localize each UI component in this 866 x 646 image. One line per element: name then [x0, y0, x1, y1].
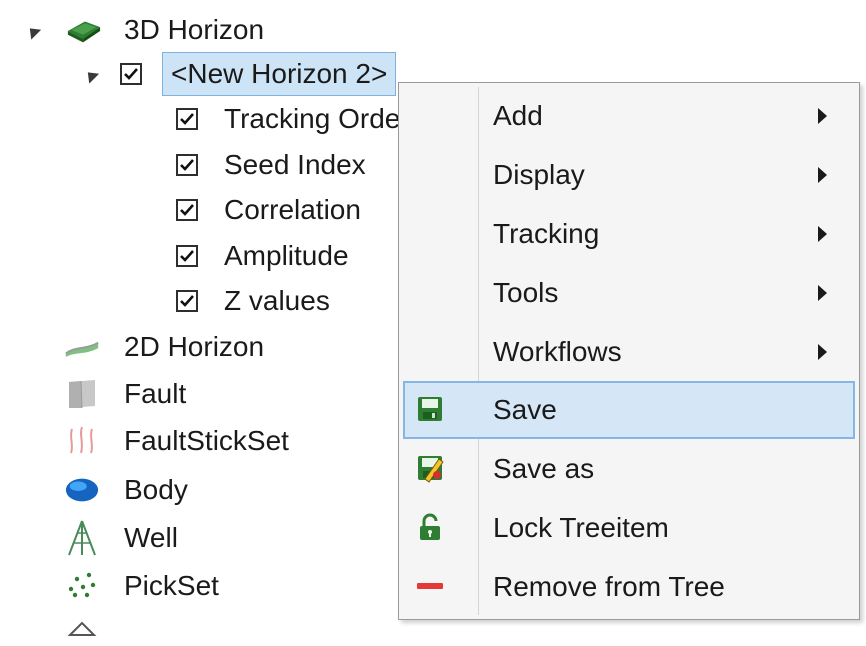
tree-item-label: Fault	[124, 378, 187, 409]
menu-item-label: Tracking	[493, 218, 600, 249]
tree-item-label: Well	[124, 522, 178, 553]
checkmark-icon	[124, 68, 138, 80]
tree-item-label: Body	[124, 474, 188, 505]
checkmark-icon	[180, 113, 194, 125]
tree-item-label: 3D Horizon	[124, 14, 265, 45]
menu-item-label: Save as	[493, 453, 595, 484]
menu-item-label: Tools	[493, 277, 559, 308]
checkbox[interactable]	[176, 245, 198, 267]
save-icon	[418, 397, 442, 421]
lock-icon	[420, 513, 440, 540]
expand-arrow-icon[interactable]	[82, 67, 100, 84]
tree-item-label-selected[interactable]: <New Horizon 2>	[162, 52, 397, 96]
menu-item-save-as[interactable]: Save as	[403, 440, 855, 498]
tree-item-label: 2D Horizon	[124, 331, 265, 362]
menu-item-remove-from-tree[interactable]: Remove from Tree	[403, 558, 855, 616]
pickset-icon	[64, 566, 100, 602]
checkmark-icon	[180, 295, 194, 307]
menu-item-add[interactable]: Add	[403, 87, 855, 145]
menu-item-display[interactable]: Display	[403, 146, 855, 204]
submenu-arrow-icon	[818, 167, 827, 183]
partial-tree-icon	[64, 610, 100, 646]
menu-item-label: Lock Treeitem	[493, 512, 669, 543]
well-icon	[64, 520, 100, 556]
attribute-label: Correlation	[224, 194, 361, 225]
tree-item-label: FaultStickSet	[124, 425, 289, 456]
attribute-label: Tracking Order	[224, 103, 410, 134]
menu-item-label: Remove from Tree	[493, 571, 725, 602]
checkmark-icon	[180, 159, 194, 171]
2d-horizon-icon	[64, 330, 100, 366]
menu-item-workflows[interactable]: Workflows	[403, 323, 855, 381]
menu-item-lock-treeitem[interactable]: Lock Treeitem	[403, 499, 855, 557]
submenu-arrow-icon	[818, 226, 827, 242]
menu-item-label: Add	[493, 100, 543, 131]
save-as-icon	[418, 456, 444, 483]
context-menu: Add Display Tracking Tools Workflows Sav…	[398, 82, 860, 620]
checkbox[interactable]	[176, 199, 198, 221]
checkbox[interactable]	[120, 63, 142, 85]
menu-item-label: Display	[493, 159, 585, 190]
checkbox[interactable]	[176, 108, 198, 130]
submenu-arrow-icon	[818, 108, 827, 124]
scene-tree: 3D Horizon <New Horizon 2> Tracking Orde…	[0, 0, 866, 636]
menu-item-save[interactable]: Save	[403, 381, 855, 439]
checkmark-icon	[180, 204, 194, 216]
expand-arrow-icon[interactable]	[24, 23, 42, 40]
attribute-label: Amplitude	[224, 240, 349, 271]
checkbox[interactable]	[176, 290, 198, 312]
checkmark-icon	[180, 250, 194, 262]
attribute-label: Z values	[224, 285, 330, 316]
fault-icon	[64, 376, 100, 412]
submenu-arrow-icon	[818, 344, 827, 360]
faultstickset-icon	[64, 422, 100, 458]
body-icon	[64, 472, 100, 508]
checkbox[interactable]	[176, 154, 198, 176]
attribute-label: Seed Index	[224, 149, 366, 180]
submenu-arrow-icon	[818, 285, 827, 301]
menu-item-tracking[interactable]: Tracking	[403, 205, 855, 263]
remove-icon	[417, 583, 443, 589]
tree-item-label: PickSet	[124, 570, 219, 601]
menu-item-label: Workflows	[493, 336, 622, 367]
menu-item-tools[interactable]: Tools	[403, 264, 855, 322]
3d-horizon-icon	[66, 12, 102, 48]
menu-item-label: Save	[493, 394, 557, 425]
